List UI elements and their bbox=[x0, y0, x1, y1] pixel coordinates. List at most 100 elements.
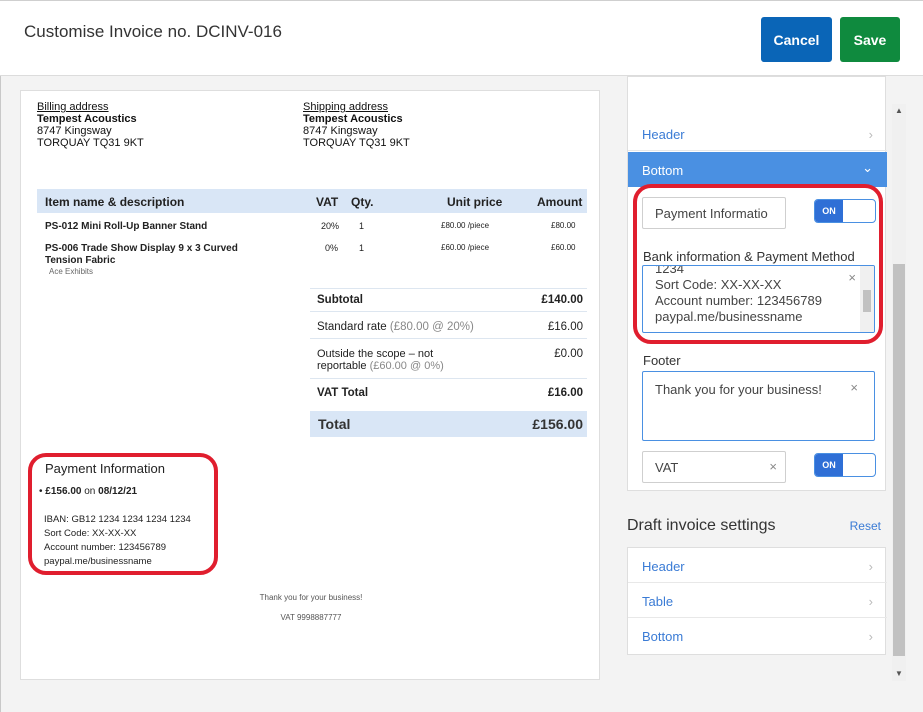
settings-panel: Header › Bottom ⌄ Payment Informatio ON … bbox=[627, 76, 887, 681]
sidebar-item-label: Bottom bbox=[642, 163, 684, 178]
payment-info-toggle[interactable]: ON bbox=[814, 199, 876, 223]
billing-line2: TORQUAY TQ31 9KT bbox=[37, 137, 144, 149]
outside-scope-label: Outside the scope – not reportable (£60.… bbox=[317, 348, 444, 372]
standard-rate-value: £16.00 bbox=[547, 321, 583, 333]
shipping-name: Tempest Acoustics bbox=[303, 113, 403, 125]
payment-paypal: paypal.me/businessname bbox=[44, 556, 152, 567]
window-border bbox=[0, 76, 1, 712]
scroll-thumb[interactable] bbox=[893, 264, 905, 656]
summary-divider bbox=[310, 311, 587, 312]
subtotal-value: £140.00 bbox=[541, 294, 583, 306]
sidebar-item-bottom[interactable]: Bottom ⌄ bbox=[628, 152, 887, 187]
billing-address: Billing address Tempest Acoustics 8747 K… bbox=[37, 101, 144, 149]
invoice-footer-text: Thank you for your business! bbox=[259, 593, 363, 602]
textarea-scroll-thumb[interactable] bbox=[863, 290, 871, 312]
reset-link[interactable]: Reset bbox=[850, 519, 881, 533]
toggle-on-label: ON bbox=[815, 454, 843, 476]
item-supplier: Ace Exhibits bbox=[49, 267, 94, 276]
invoice-preview: Billing address Tempest Acoustics 8747 K… bbox=[20, 90, 600, 680]
save-button[interactable]: Save bbox=[840, 17, 900, 62]
shipping-address: Shipping address Tempest Acoustics 8747 … bbox=[303, 101, 410, 149]
shipping-address-label: Shipping address bbox=[303, 101, 389, 113]
item-amount: £60.00 bbox=[551, 243, 576, 252]
outside-scope-line2: reportable bbox=[317, 360, 367, 372]
total-label: Total bbox=[318, 416, 351, 432]
outside-scope-line1: Outside the scope – not bbox=[317, 348, 434, 360]
item-name-continued: Tension Fabric bbox=[45, 255, 116, 266]
chevron-right-icon: › bbox=[868, 127, 873, 142]
item-qty: 1 bbox=[359, 221, 365, 231]
sidebar-item-header[interactable]: Header › bbox=[628, 116, 887, 151]
cancel-button[interactable]: Cancel bbox=[761, 17, 832, 62]
chevron-right-icon: › bbox=[868, 559, 873, 574]
item-vat: 0% bbox=[325, 243, 339, 253]
subtotal-label: Subtotal bbox=[317, 294, 363, 306]
bottom-settings-card: Header › Bottom ⌄ Payment Informatio ON … bbox=[627, 76, 887, 491]
vat-toggle[interactable]: ON bbox=[814, 453, 876, 477]
draft-item-bottom[interactable]: Bottom › bbox=[628, 618, 887, 653]
bank-info-line: 1234 bbox=[655, 265, 684, 276]
column-header-unit-price: Unit price bbox=[447, 195, 503, 209]
settings-scrollbar[interactable]: ▲ ▼ bbox=[892, 104, 906, 681]
bullet-icon: • bbox=[39, 486, 43, 497]
billing-address-label: Billing address bbox=[37, 101, 109, 113]
vat-total-value: £16.00 bbox=[547, 387, 583, 399]
footer-textarea[interactable]: Thank you for your business! × bbox=[642, 371, 875, 441]
item-name: PS-006 Trade Show Display 9 x 3 Curved bbox=[45, 243, 238, 254]
bank-info-text: 1234 Sort Code: XX-XX-XX Account number:… bbox=[655, 265, 822, 325]
sidebar-item-label: Header bbox=[642, 127, 685, 142]
draft-item-label: Header bbox=[642, 559, 685, 574]
draft-item-header[interactable]: Header › bbox=[628, 548, 887, 583]
items-table-header: Item name & description VAT Qty. Unit pr… bbox=[37, 189, 587, 213]
draft-item-table[interactable]: Table › bbox=[628, 583, 887, 618]
column-header-item: Item name & description bbox=[45, 195, 185, 209]
bank-info-line: Sort Code: XX-XX-XX bbox=[655, 277, 782, 292]
standard-rate-label: Standard rate (£80.00 @ 20%) bbox=[317, 321, 474, 333]
dialog-title: Customise Invoice no. DCINV-016 bbox=[24, 22, 282, 41]
summary-divider bbox=[310, 338, 587, 339]
item-name: PS-012 Mini Roll-Up Banner Stand bbox=[45, 221, 208, 232]
item-unit-price: £80.00 /piece bbox=[441, 221, 490, 230]
column-header-vat: VAT bbox=[316, 195, 339, 209]
outside-scope-detail: (£60.00 @ 0%) bbox=[369, 360, 444, 372]
chevron-right-icon: › bbox=[868, 594, 873, 609]
payment-amount: £156.00 bbox=[45, 486, 82, 497]
payment-on: on bbox=[84, 486, 96, 497]
vat-input-value: VAT bbox=[655, 460, 679, 475]
item-vat: 20% bbox=[321, 221, 340, 231]
summary-divider bbox=[310, 288, 587, 289]
bank-info-line: Account number: 123456789 bbox=[655, 293, 822, 308]
scroll-down-icon[interactable]: ▼ bbox=[892, 667, 906, 681]
standard-rate-name: Standard rate bbox=[317, 321, 387, 333]
clear-icon[interactable]: × bbox=[850, 380, 858, 395]
draft-settings-title: Draft invoice settings bbox=[627, 517, 776, 534]
column-header-amount: Amount bbox=[537, 195, 583, 209]
outside-scope-value: £0.00 bbox=[554, 348, 583, 360]
payment-title-input[interactable]: Payment Informatio bbox=[642, 197, 786, 229]
item-amount: £80.00 bbox=[551, 221, 576, 230]
total-value: £156.00 bbox=[532, 416, 583, 432]
billing-line1: 8747 Kingsway bbox=[37, 125, 112, 137]
total-row: Total £156.00 bbox=[310, 411, 587, 437]
payment-title-value: Payment Informatio bbox=[655, 206, 768, 221]
payment-bullet: • £156.00 on 08/12/21 bbox=[39, 486, 137, 497]
clear-icon[interactable]: × bbox=[769, 459, 777, 474]
bank-info-textarea[interactable]: 1234 Sort Code: XX-XX-XX Account number:… bbox=[642, 265, 875, 333]
bank-info-label: Bank information & Payment Method bbox=[643, 249, 855, 264]
footer-label: Footer bbox=[643, 353, 681, 368]
item-qty: 1 bbox=[359, 243, 365, 253]
payment-sort-code: Sort Code: XX-XX-XX bbox=[44, 528, 137, 539]
payment-info-title: Payment Information bbox=[45, 461, 165, 476]
chevron-down-icon: ⌄ bbox=[862, 160, 873, 175]
toggle-on-label: ON bbox=[815, 200, 843, 222]
textarea-scrollbar[interactable] bbox=[860, 266, 874, 332]
column-header-qty: Qty. bbox=[351, 195, 374, 209]
footer-value: Thank you for your business! bbox=[655, 382, 822, 397]
payment-date: 08/12/21 bbox=[98, 486, 138, 497]
invoice-vat-number: VAT 9998887777 bbox=[280, 613, 342, 622]
item-unit-price: £60.00 /piece bbox=[441, 243, 490, 252]
scroll-up-icon[interactable]: ▲ bbox=[892, 104, 906, 118]
vat-input[interactable]: VAT × bbox=[642, 451, 786, 483]
clear-icon[interactable]: × bbox=[848, 270, 856, 285]
shipping-line1: 8747 Kingsway bbox=[303, 125, 378, 137]
